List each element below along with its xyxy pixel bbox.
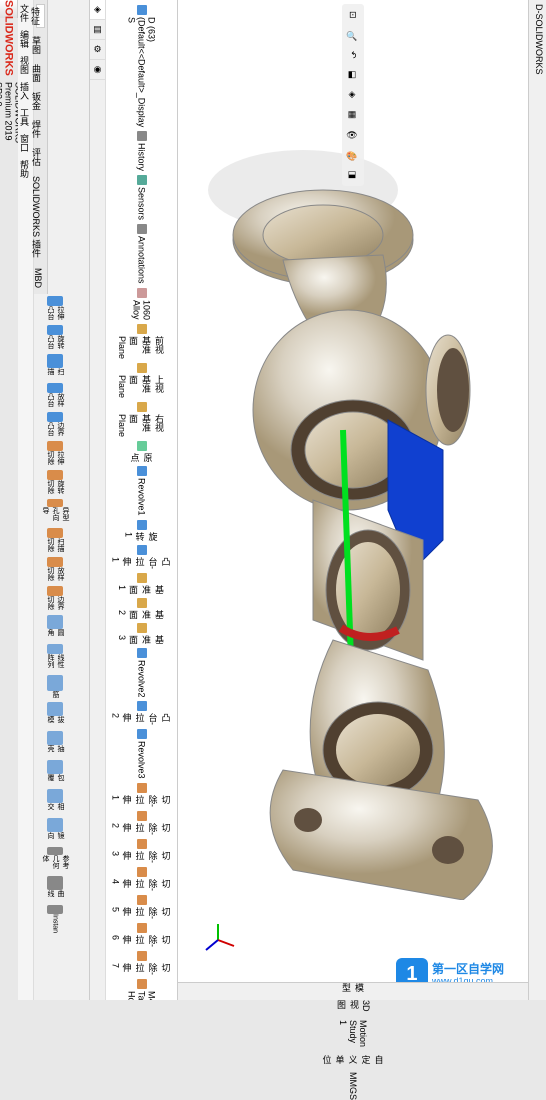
tool-16[interactable]: 包覆 (36, 760, 74, 788)
ribbon: 特征 草图 曲面 钣金 焊件 评估 SOLIDWORKS 插件 MBD 拉伸凸台… (34, 0, 90, 1000)
display-style-icon[interactable]: ▦ (344, 106, 362, 124)
zoom-area-icon[interactable]: 🔍 (344, 26, 362, 44)
ribbon-tools: 拉伸凸台旋转凸台扫描放样凸台边界凸台拉伸切除旋转切除异型孔向导扫描切除放样切除边… (34, 294, 89, 1000)
tool-11[interactable]: 圆角 (36, 615, 74, 643)
heads-up-toolbar: ⊡ 🔍 ↶ ◧ ◈ ▦ 👁 🎨 ⬓ (342, 4, 364, 186)
view-orientation-icon[interactable]: ◈ (344, 86, 362, 104)
zoom-fit-icon[interactable]: ⊡ (344, 6, 362, 24)
tool-8[interactable]: 扫描切除 (36, 528, 74, 556)
tree-item[interactable]: Annotations (110, 223, 173, 285)
tree-item[interactable]: 1060 Alloy (110, 287, 173, 321)
tool-6[interactable]: 旋转切除 (36, 470, 74, 498)
tree-item[interactable]: 凸台-拉伸2 (110, 700, 173, 726)
tab-3dview[interactable]: 3D 视图 (335, 1000, 371, 1012)
task-pane: D-SOLIDWORKS (528, 0, 546, 1000)
view-triad[interactable] (198, 920, 238, 960)
title-bar: SOLIDWORKS SOLIDWORKS Premium 2019 SP3.0 (0, 0, 18, 18)
tab-sketch[interactable]: 草图 (36, 34, 45, 56)
watermark-title: 第一区自学网 (432, 962, 504, 976)
tab-property-icon[interactable]: ▤ (90, 20, 105, 40)
tree-item[interactable]: 右视基准面 Plane (110, 401, 173, 438)
tool-21[interactable]: Instant3D (36, 905, 74, 933)
tab-evaluate[interactable]: 评估 (36, 146, 45, 168)
tool-10[interactable]: 边界切除 (36, 586, 74, 614)
app-logo: SOLIDWORKS (3, 0, 15, 76)
tree-item[interactable]: Sensors (110, 174, 173, 221)
tool-7[interactable]: 异型孔向导 (36, 499, 74, 527)
tab-features[interactable]: 特征 (36, 4, 45, 28)
tree-item[interactable]: 切除-拉伸6 (110, 922, 173, 948)
tab-surface[interactable]: 曲面 (36, 62, 45, 84)
tree-item[interactable]: 旋转1 (110, 519, 173, 542)
tool-12[interactable]: 线性阵列 (36, 644, 74, 672)
tool-0[interactable]: 拉伸凸台 (36, 296, 74, 324)
tree-item[interactable]: 凸台-拉伸1 (110, 544, 173, 570)
tree-root[interactable]: D (63) (Default<<Default>_Display S (110, 4, 173, 128)
previous-view-icon[interactable]: ↶ (344, 46, 362, 64)
tree-item[interactable]: History (110, 130, 173, 172)
feature-tabs: ◈ ▤ ⚙ ◉ (90, 0, 106, 1000)
tree-item[interactable]: 基准面1 (110, 572, 173, 595)
apply-scene-icon[interactable]: ⬓ (344, 166, 362, 184)
hide-show-icon[interactable]: 👁 (344, 126, 362, 144)
tree-item[interactable]: Revolve1 (110, 465, 173, 517)
tool-15[interactable]: 抽壳 (36, 731, 74, 759)
tree-item[interactable]: 切除-拉伸3 (110, 838, 173, 864)
tree-item[interactable]: 前视基准面 Plane (110, 323, 173, 360)
tree-item[interactable]: 切除-拉伸1 (110, 782, 173, 808)
tree-item[interactable]: 切除-拉伸4 (110, 866, 173, 892)
tree-item[interactable]: 基准面2 (110, 597, 173, 620)
section-view-icon[interactable]: ◧ (344, 66, 362, 84)
tool-5[interactable]: 拉伸切除 (36, 441, 74, 469)
status-text: 自定义 单位 (321, 1055, 386, 1064)
tool-14[interactable]: 拔模 (36, 702, 74, 730)
tree-item[interactable]: Revolve2 (110, 647, 173, 699)
tree-item[interactable]: Revolve3 (110, 728, 173, 780)
tab-display-icon[interactable]: ◉ (90, 60, 105, 80)
tab-sheetmetal[interactable]: 钣金 (36, 90, 45, 112)
tree-item[interactable]: 上视基准面 Plane (110, 362, 173, 399)
tree-item[interactable]: 切除-拉伸5 (110, 894, 173, 920)
tab-weldments[interactable]: 焊件 (36, 118, 45, 140)
tool-19[interactable]: 参考几何体 (36, 847, 74, 875)
tool-1[interactable]: 旋转凸台 (36, 325, 74, 353)
tab-motion[interactable]: Motion Study 1 (338, 1020, 368, 1047)
graphics-viewport[interactable]: ⊡ 🔍 ↶ ◧ ◈ ▦ 👁 🎨 ⬓ 1 第一区自学网 www.d1qu.com (178, 0, 528, 1000)
tool-13[interactable]: 筋 (36, 673, 74, 701)
tree-item[interactable]: 切除-拉伸2 (110, 810, 173, 836)
tool-9[interactable]: 放样切除 (36, 557, 74, 585)
tab-addins[interactable]: SOLIDWORKS 插件 (36, 174, 45, 260)
tool-17[interactable]: 相交 (36, 789, 74, 817)
tab-model[interactable]: 模型 (340, 983, 366, 992)
model-render (193, 100, 513, 900)
edit-appearance-icon[interactable]: 🎨 (344, 146, 362, 164)
ribbon-tabs: 特征 草图 曲面 钣金 焊件 评估 SOLIDWORKS 插件 MBD (34, 0, 48, 294)
tool-3[interactable]: 放样凸台 (36, 383, 74, 411)
task-pane-label[interactable]: D-SOLIDWORKS (531, 4, 544, 75)
tab-mbd[interactable]: MBD (36, 266, 45, 290)
tree-item[interactable]: 基准面3 (110, 622, 173, 645)
tool-18[interactable]: 镜向 (36, 818, 74, 846)
tab-config-icon[interactable]: ⚙ (90, 40, 105, 60)
tab-tree-icon[interactable]: ◈ (90, 0, 105, 20)
tool-20[interactable]: 曲线 (36, 876, 74, 904)
tool-4[interactable]: 边界凸台 (36, 412, 74, 440)
feature-tree[interactable]: D (63) (Default<<Default>_Display S Hist… (106, 0, 177, 1000)
bottom-tabs: 模型 3D 视图 Motion Study 1 自定义 单位 MMGS (178, 982, 528, 1000)
units-label[interactable]: MMGS (348, 1072, 358, 1100)
feature-manager: ◈ ▤ ⚙ ◉ D (63) (Default<<Default>_Displa… (90, 0, 178, 1000)
tree-item[interactable]: 原点 (110, 440, 173, 463)
tool-2[interactable]: 扫描 (36, 354, 74, 382)
tree-item[interactable]: 切除-拉伸7 (110, 950, 173, 976)
tree-item[interactable]: M48x2.0 Tapped Hole1 (110, 978, 173, 1000)
